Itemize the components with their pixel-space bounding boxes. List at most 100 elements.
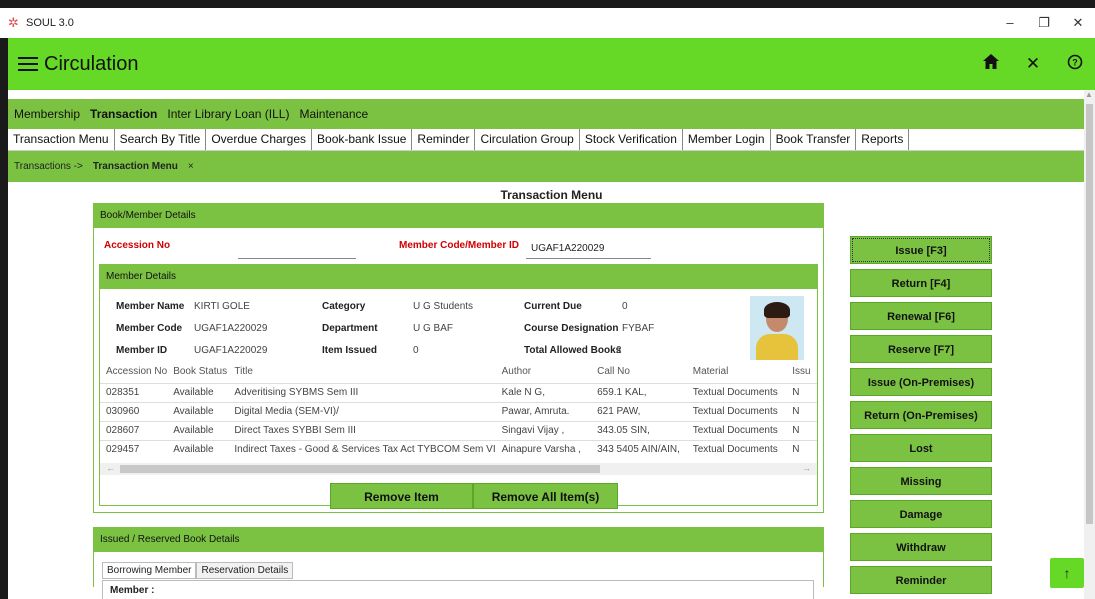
category-value: U G Students: [413, 301, 474, 312]
col-material[interactable]: Material: [687, 361, 787, 383]
member-name-value: KIRTI GOLE: [194, 301, 250, 312]
cell-author: Ainapure Varsha ,: [495, 439, 592, 459]
tab-stock-verification[interactable]: Stock Verification: [580, 129, 683, 150]
table-row[interactable]: 030960 Available Digital Media (SEM-VI)/…: [100, 401, 817, 421]
home-icon[interactable]: [981, 54, 1001, 74]
page-vertical-scrollbar[interactable]: ▲: [1084, 90, 1095, 599]
cell-issue: N: [786, 420, 817, 440]
items-table: Accession No Book Status Title Author Ca…: [100, 361, 817, 459]
tab-book-bank-issue[interactable]: Book-bank Issue: [312, 129, 413, 150]
cell-author: Kale N G,: [495, 382, 592, 402]
tab-overdue-charges[interactable]: Overdue Charges: [206, 129, 313, 150]
withdraw-button[interactable]: Withdraw: [850, 533, 992, 561]
menu-ill[interactable]: Inter Library Loan (ILL): [167, 107, 289, 121]
scroll-right-icon[interactable]: →: [802, 463, 811, 473]
content-area: Transaction Menu Book/Member Details Acc…: [8, 182, 1095, 599]
tab-reports[interactable]: Reports: [856, 129, 910, 150]
course-designation-label: Course Designation: [524, 323, 619, 334]
book-member-panel: Book/Member Details Accession No Member …: [93, 203, 824, 513]
cell-issue: N: [786, 401, 817, 421]
cell-material: Textual Documents: [686, 382, 787, 402]
tab-borrowing-member[interactable]: Borrowing Member: [102, 562, 197, 579]
scroll-left-icon[interactable]: ←: [106, 463, 115, 473]
arrow-up-icon: ↑: [1063, 565, 1071, 581]
lost-button[interactable]: Lost: [850, 434, 992, 462]
table-row[interactable]: 028351 Available Adveritising SYBMS Sem …: [100, 382, 817, 402]
member-name-label: Member Name: [116, 301, 185, 312]
total-allowed-value: 2: [616, 345, 622, 356]
total-allowed-label: Total Allowed Books: [524, 345, 622, 356]
table-horizontal-scrollbar[interactable]: ← →: [100, 463, 817, 475]
member-code-label: Member Code/Member ID: [399, 240, 520, 251]
issue-button[interactable]: Issue [F3]: [850, 236, 992, 264]
col-title[interactable]: Title: [228, 361, 495, 383]
category-label: Category: [322, 301, 366, 312]
missing-button[interactable]: Missing: [850, 467, 992, 495]
remove-all-items-button[interactable]: Remove All Item(s): [473, 483, 618, 509]
issue-on-premises-button[interactable]: Issue (On-Premises): [850, 368, 992, 396]
help-icon[interactable]: ?: [1065, 54, 1085, 75]
col-accession-no[interactable]: Accession No: [100, 361, 167, 383]
menu-membership[interactable]: Membership: [14, 107, 80, 121]
return-button[interactable]: Return [F4]: [850, 269, 992, 297]
tab-book-transfer[interactable]: Book Transfer: [771, 129, 857, 150]
tab-reminder[interactable]: Reminder: [412, 129, 476, 150]
cell-call-no: 343 5405 AIN/AIN,: [591, 439, 687, 459]
cell-material: Textual Documents: [686, 420, 787, 440]
menu-transaction[interactable]: Transaction: [90, 107, 157, 121]
remove-item-button[interactable]: Remove Item: [330, 483, 473, 509]
damage-button[interactable]: Damage: [850, 500, 992, 528]
window-titlebar: ✲ SOUL 3.0 – ❐ ✕: [0, 8, 1095, 38]
app-header: Circulation ✕ ?: [8, 38, 1095, 90]
current-due-label: Current Due: [524, 301, 582, 312]
restore-icon[interactable]: ❐: [1027, 8, 1061, 38]
renewal-button[interactable]: Renewal [F6]: [850, 302, 992, 330]
reminder-button[interactable]: Reminder: [850, 566, 992, 594]
scroll-to-top-button[interactable]: ↑: [1050, 558, 1084, 588]
member-photo: [750, 296, 804, 360]
close-window-icon[interactable]: ✕: [1061, 8, 1095, 38]
transaction-submenu: Transaction Menu Search By Title Overdue…: [8, 129, 1095, 151]
app-name: SOUL 3.0: [26, 17, 74, 29]
item-issued-value: 0: [413, 345, 419, 356]
breadcrumb-parent[interactable]: Transactions ->: [14, 161, 83, 172]
col-issue[interactable]: Issu: [786, 361, 817, 383]
app-window: Circulation ✕ ? Membership Transaction I…: [8, 38, 1095, 599]
accession-input[interactable]: [238, 255, 356, 259]
member-code-value: UGAF1A220029: [194, 323, 268, 334]
return-on-premises-button[interactable]: Return (On-Premises): [850, 401, 992, 429]
issued-reserved-header: Issued / Reserved Book Details: [94, 528, 823, 552]
member-id-label: Member ID: [116, 345, 168, 356]
scroll-up-icon[interactable]: ▲: [1085, 90, 1093, 99]
table-row[interactable]: 028607 Available Direct Taxes SYBBI Sem …: [100, 420, 817, 440]
cell-author: Pawar, Amruta.: [495, 401, 592, 421]
col-call-no[interactable]: Call No: [591, 361, 687, 383]
col-author[interactable]: Author: [496, 361, 591, 383]
cell-issue: N: [786, 382, 817, 402]
issued-reserved-panel: Issued / Reserved Book Details Borrowing…: [93, 527, 824, 599]
tab-search-by-title[interactable]: Search By Title: [115, 129, 207, 150]
tab-circulation-group[interactable]: Circulation Group: [475, 129, 580, 150]
table-row[interactable]: 029457 Available Indirect Taxes - Good &…: [100, 439, 817, 459]
breadcrumb-close-icon[interactable]: ×: [188, 161, 194, 172]
close-icon[interactable]: ✕: [1023, 54, 1043, 74]
item-issued-label: Item Issued: [322, 345, 378, 356]
breadcrumb-current[interactable]: Transaction Menu: [93, 161, 178, 172]
member-details-header: Member Details: [100, 265, 817, 289]
cell-accession: 028607: [100, 420, 168, 440]
main-menu: Membership Transaction Inter Library Loa…: [8, 99, 1095, 129]
tab-transaction-menu[interactable]: Transaction Menu: [8, 129, 115, 150]
menu-maintenance[interactable]: Maintenance: [299, 107, 368, 121]
member-code-input[interactable]: UGAF1A220029: [526, 243, 651, 259]
cell-status: Available: [167, 382, 229, 402]
col-book-status[interactable]: Book Status: [167, 361, 228, 383]
minimize-icon[interactable]: –: [993, 8, 1027, 38]
tab-reservation-details[interactable]: Reservation Details: [196, 562, 294, 579]
reserve-button[interactable]: Reserve [F7]: [850, 335, 992, 363]
page-title: Transaction Menu: [500, 188, 603, 202]
member-id-value: UGAF1A220029: [194, 345, 268, 356]
svg-text:?: ?: [1072, 57, 1078, 67]
tab-member-login[interactable]: Member Login: [683, 129, 771, 150]
hamburger-menu-icon[interactable]: [18, 57, 38, 71]
app-title: Circulation: [44, 52, 139, 75]
